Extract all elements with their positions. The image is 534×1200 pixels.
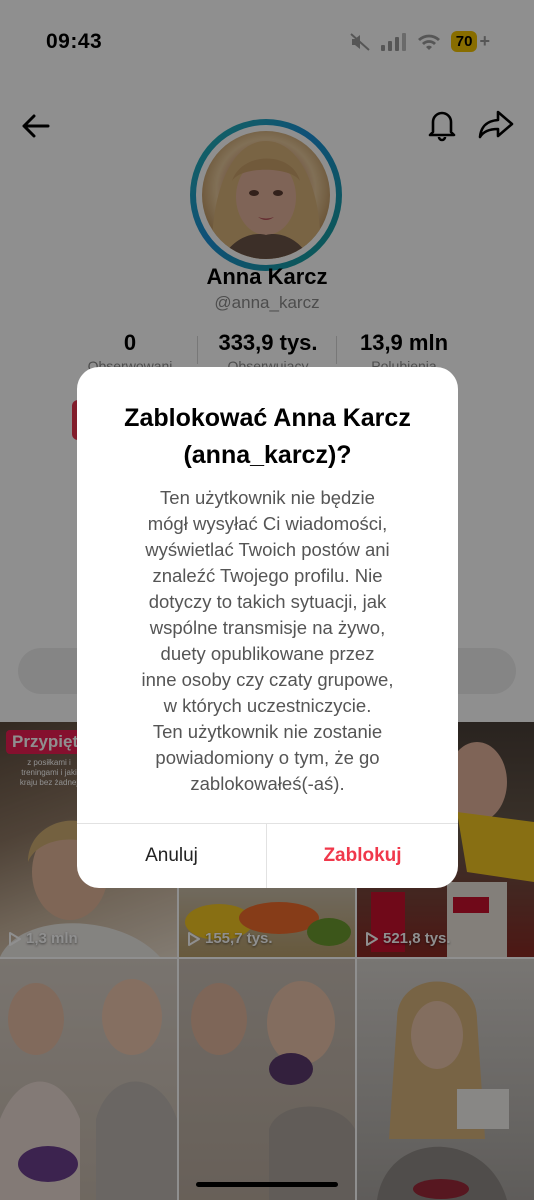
- cancel-button[interactable]: Anuluj: [77, 824, 266, 888]
- block-dialog: Zablokować Anna Karcz (anna_karcz)? Ten …: [77, 367, 458, 888]
- dialog-title: Zablokować Anna Karcz (anna_karcz)?: [124, 404, 411, 469]
- dialog-body: Ten użytkownik nie będzie mógł wysyłać C…: [141, 487, 394, 794]
- block-button[interactable]: Zablokuj: [267, 824, 458, 888]
- profile-page: 09:43 70 + Anna Karcz @anna_karcz 0 Obse…: [0, 0, 534, 1200]
